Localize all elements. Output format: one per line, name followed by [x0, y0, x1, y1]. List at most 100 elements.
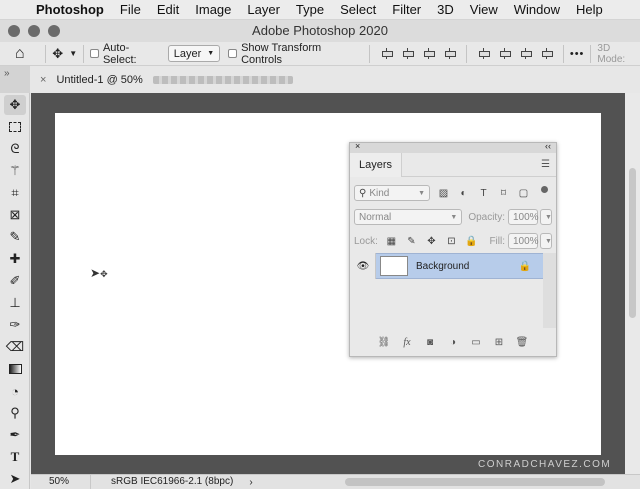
type-tool-icon[interactable]: T — [4, 447, 26, 467]
fill-field[interactable]: 100% — [508, 233, 539, 249]
align-top-icon[interactable] — [444, 48, 456, 59]
gradient-tool-icon[interactable] — [4, 359, 26, 379]
scroll-thumb[interactable] — [629, 168, 636, 318]
collapse-panel-icon[interactable]: ‹‹ — [545, 141, 551, 151]
auto-select-target-dropdown[interactable]: Layer ▼ — [167, 45, 221, 62]
lock-transparent-icon[interactable]: ▦ — [385, 235, 398, 248]
auto-select-checkbox[interactable]: Auto-Select: — [90, 42, 162, 66]
link-layers-icon[interactable]: ⛓ — [375, 337, 393, 348]
checkbox[interactable] — [90, 49, 99, 58]
align-vertical-centers-icon[interactable] — [478, 48, 490, 59]
menu-view[interactable]: View — [462, 0, 506, 20]
delete-layer-icon[interactable]: 🗑 — [513, 337, 531, 348]
lasso-tool-icon[interactable]: ᘓ — [4, 139, 26, 159]
panel-menu-icon[interactable]: ☰ — [541, 159, 550, 170]
move-icon: ✥ — [52, 45, 64, 61]
tools-panel: ✥ ᘓ ⚚ ⌗ ⊠ ✎ ✚ ✐ ⊥ ✑ ⌫ ◔ ⚲ ✒ T ➤ — [0, 93, 30, 489]
menu-help[interactable]: Help — [568, 0, 611, 20]
healing-brush-tool-icon[interactable]: ✚ — [4, 249, 26, 269]
lock-icon[interactable]: 🔒 — [519, 261, 531, 272]
lock-label: Lock: — [354, 235, 378, 247]
window-title-bar: Adobe Photoshop 2020 — [0, 20, 640, 42]
fill-dropdown-button[interactable]: ▼ — [540, 233, 552, 249]
menu-image[interactable]: Image — [187, 0, 239, 20]
more-options-button[interactable]: ••• — [570, 42, 585, 66]
opacity-field[interactable]: 100% — [508, 209, 539, 225]
fill-label: Fill: — [489, 235, 505, 247]
visibility-eye-icon[interactable]: 👁 — [351, 253, 376, 279]
new-layer-icon[interactable]: ⊞ — [490, 337, 508, 348]
align-horizontal-centers-icon[interactable] — [402, 48, 414, 59]
vertical-scrollbar[interactable] — [625, 93, 640, 474]
smart-object-filter-icon[interactable]: ▢ — [517, 187, 530, 200]
marquee-tool-icon[interactable] — [4, 117, 26, 137]
menu-type[interactable]: Type — [288, 0, 332, 20]
divider — [368, 44, 370, 63]
show-transform-controls-checkbox[interactable]: Show Transform Controls — [228, 42, 363, 66]
distribute-buttons — [473, 42, 557, 66]
crop-tool-icon[interactable]: ⌗ — [4, 183, 26, 203]
menu-window[interactable]: Window — [506, 0, 568, 20]
tool-preset-picker[interactable]: ✥ ▼ — [52, 42, 77, 66]
divider — [45, 44, 47, 63]
menu-filter[interactable]: Filter — [384, 0, 429, 20]
distribute-spacing-icon[interactable] — [541, 48, 553, 59]
tab-layers[interactable]: Layers — [350, 152, 403, 177]
panel-header: × ‹‹ — [350, 141, 556, 153]
magic-wand-tool-icon[interactable]: ⚚ — [4, 161, 26, 181]
menu-edit[interactable]: Edit — [149, 0, 187, 20]
horizontal-scrollbar[interactable] — [345, 478, 605, 486]
status-menu-chevron-icon[interactable]: › — [241, 477, 261, 488]
home-icon[interactable]: ⌂ — [0, 42, 39, 66]
align-bottom-icon[interactable] — [499, 48, 511, 59]
document-tab-row: » × Untitled-1 @ 50% — [0, 66, 640, 93]
path-selection-tool-icon[interactable]: ➤ — [4, 469, 26, 489]
frame-tool-icon[interactable]: ⊠ — [4, 205, 26, 225]
blur-tool-icon[interactable]: ◔ — [4, 381, 26, 401]
divider — [83, 44, 85, 63]
eraser-tool-icon[interactable]: ⌫ — [4, 337, 26, 357]
filter-toggle[interactable] — [541, 186, 548, 193]
zoom-level[interactable]: 50% — [31, 474, 91, 489]
eyedropper-tool-icon[interactable]: ✎ — [4, 227, 26, 247]
blend-mode-dropdown[interactable]: Normal ▼ — [354, 209, 463, 225]
dodge-tool-icon[interactable]: ⚲ — [4, 403, 26, 423]
lock-all-icon[interactable]: 🔒 — [465, 235, 478, 248]
close-panel-icon[interactable]: × — [355, 141, 360, 151]
group-folder-icon[interactable]: ▭ — [467, 337, 485, 348]
filter-kind-dropdown[interactable]: ⚲ Kind ▼ — [354, 185, 430, 201]
document-tab[interactable]: × Untitled-1 @ 50% — [30, 66, 640, 93]
layer-row[interactable]: 👁 Background 🔒 — [351, 253, 543, 279]
opacity-dropdown-button[interactable]: ▼ — [540, 209, 552, 225]
brush-tool-icon[interactable]: ✐ — [4, 271, 26, 291]
close-tab-icon[interactable]: × — [40, 74, 46, 86]
panel-scrollbar[interactable] — [543, 253, 556, 328]
adjustment-layer-icon[interactable]: ◑ — [444, 337, 462, 348]
blend-mode-value: Normal — [359, 211, 392, 223]
menu-layer[interactable]: Layer — [239, 0, 288, 20]
pixel-filter-icon[interactable]: ▨ — [437, 187, 450, 200]
lock-image-icon[interactable]: ✎ — [405, 235, 418, 248]
move-tool-icon[interactable]: ✥ — [4, 95, 26, 115]
lock-artboard-icon[interactable]: ⊡ — [445, 235, 458, 248]
menu-select[interactable]: Select — [332, 0, 384, 20]
type-filter-icon[interactable]: T — [477, 187, 490, 200]
layer-style-icon[interactable]: fx — [398, 337, 416, 348]
distribute-icon[interactable] — [520, 48, 532, 59]
history-brush-tool-icon[interactable]: ✑ — [4, 315, 26, 335]
align-left-icon[interactable] — [381, 48, 393, 59]
chevron-down-icon: ▼ — [69, 49, 78, 58]
pen-tool-icon[interactable]: ✒ — [4, 425, 26, 445]
lock-position-icon[interactable]: ✥ — [425, 235, 438, 248]
checkbox[interactable] — [228, 49, 238, 58]
menu-file[interactable]: File — [112, 0, 149, 20]
layer-mask-icon[interactable]: ◙ — [421, 337, 439, 348]
align-right-icon[interactable] — [423, 48, 435, 59]
menu-app[interactable]: Photoshop — [30, 0, 112, 20]
menu-3d[interactable]: 3D — [429, 0, 462, 20]
adjustment-filter-icon[interactable]: ◐ — [457, 187, 470, 200]
expand-panels-icon[interactable]: » — [0, 66, 30, 93]
redacted-text — [152, 75, 293, 84]
clone-stamp-tool-icon[interactable]: ⊥ — [4, 293, 26, 313]
shape-filter-icon[interactable]: ⌑ — [497, 187, 510, 200]
